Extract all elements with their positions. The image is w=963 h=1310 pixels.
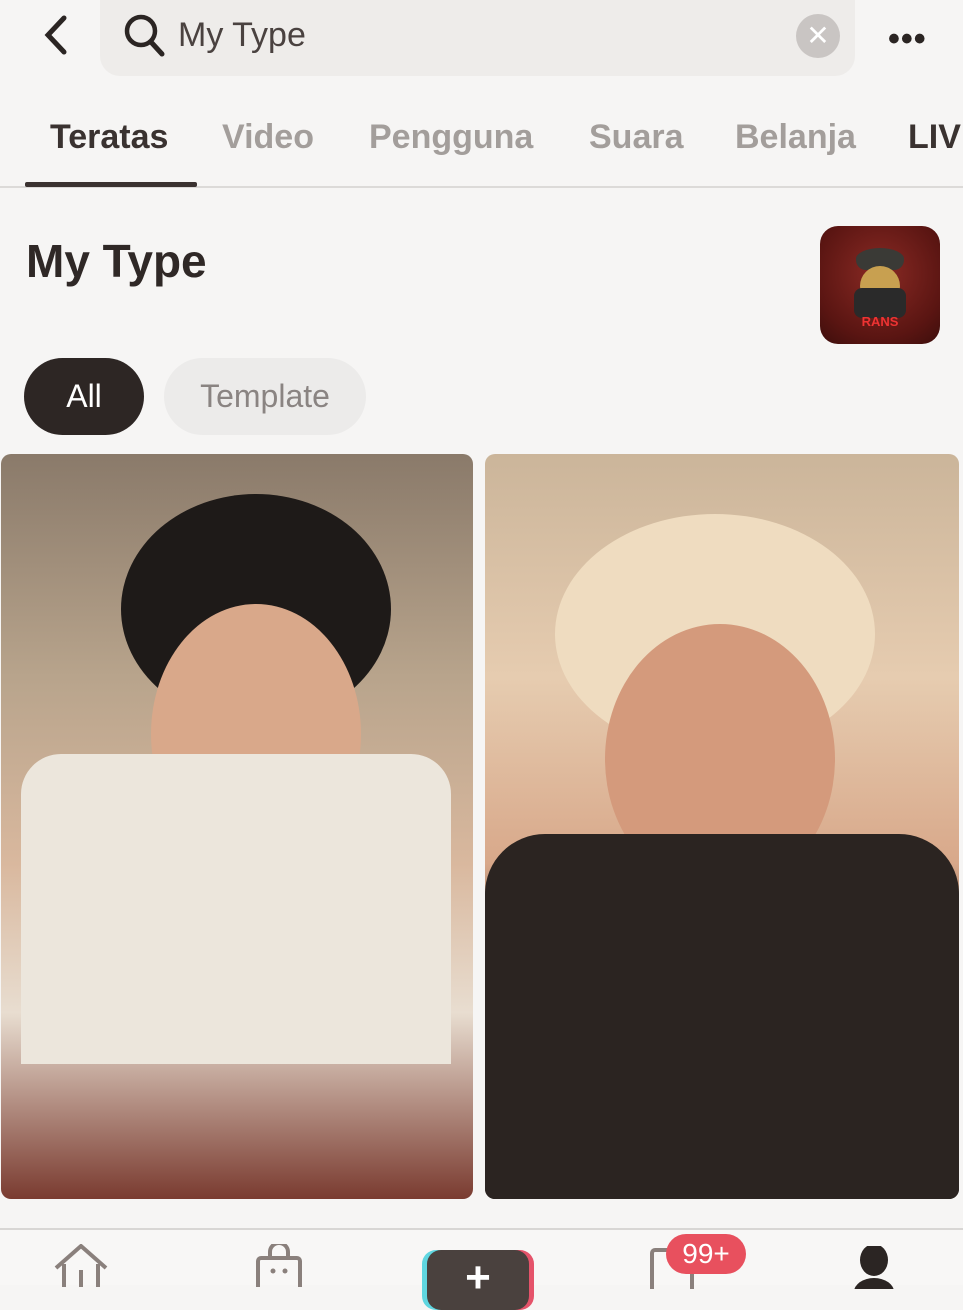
tab-pengguna[interactable]: Pengguna [369,118,533,157]
tab-bar: Teratas Video Pengguna Suara Belanja LIV [0,100,963,188]
search-query: My Type [178,16,306,54]
app-icon-logo: RANS [861,314,899,329]
more-icon[interactable]: ••• [888,20,927,59]
app-icon[interactable]: RANS [820,226,940,344]
video-thumbnail[interactable] [1,454,473,1199]
close-icon[interactable]: ✕ [796,14,840,58]
bottom-nav: + [0,1228,963,1310]
home-icon[interactable] [52,1244,110,1287]
back-icon[interactable] [36,12,76,58]
result-title: My Type [26,235,207,287]
tab-live[interactable]: LIV [908,118,961,157]
shop-icon[interactable] [254,1244,304,1287]
search-input[interactable]: My Type [100,0,855,76]
profile-icon[interactable] [854,1246,894,1289]
tab-suara[interactable]: Suara [589,118,684,157]
tab-belanja[interactable]: Belanja [735,118,856,157]
create-button[interactable]: + [427,1250,529,1310]
video-thumbnail[interactable] [485,454,959,1199]
top-bar: My Type ✕ ••• [0,0,963,80]
active-tab-indicator [25,182,197,187]
tab-teratas[interactable]: Teratas [50,118,168,157]
search-icon [124,14,165,57]
tab-video[interactable]: Video [222,118,314,157]
inbox-badge: 99+ [666,1234,746,1274]
filter-template[interactable]: Template [164,358,366,435]
filter-all[interactable]: All [24,358,144,435]
